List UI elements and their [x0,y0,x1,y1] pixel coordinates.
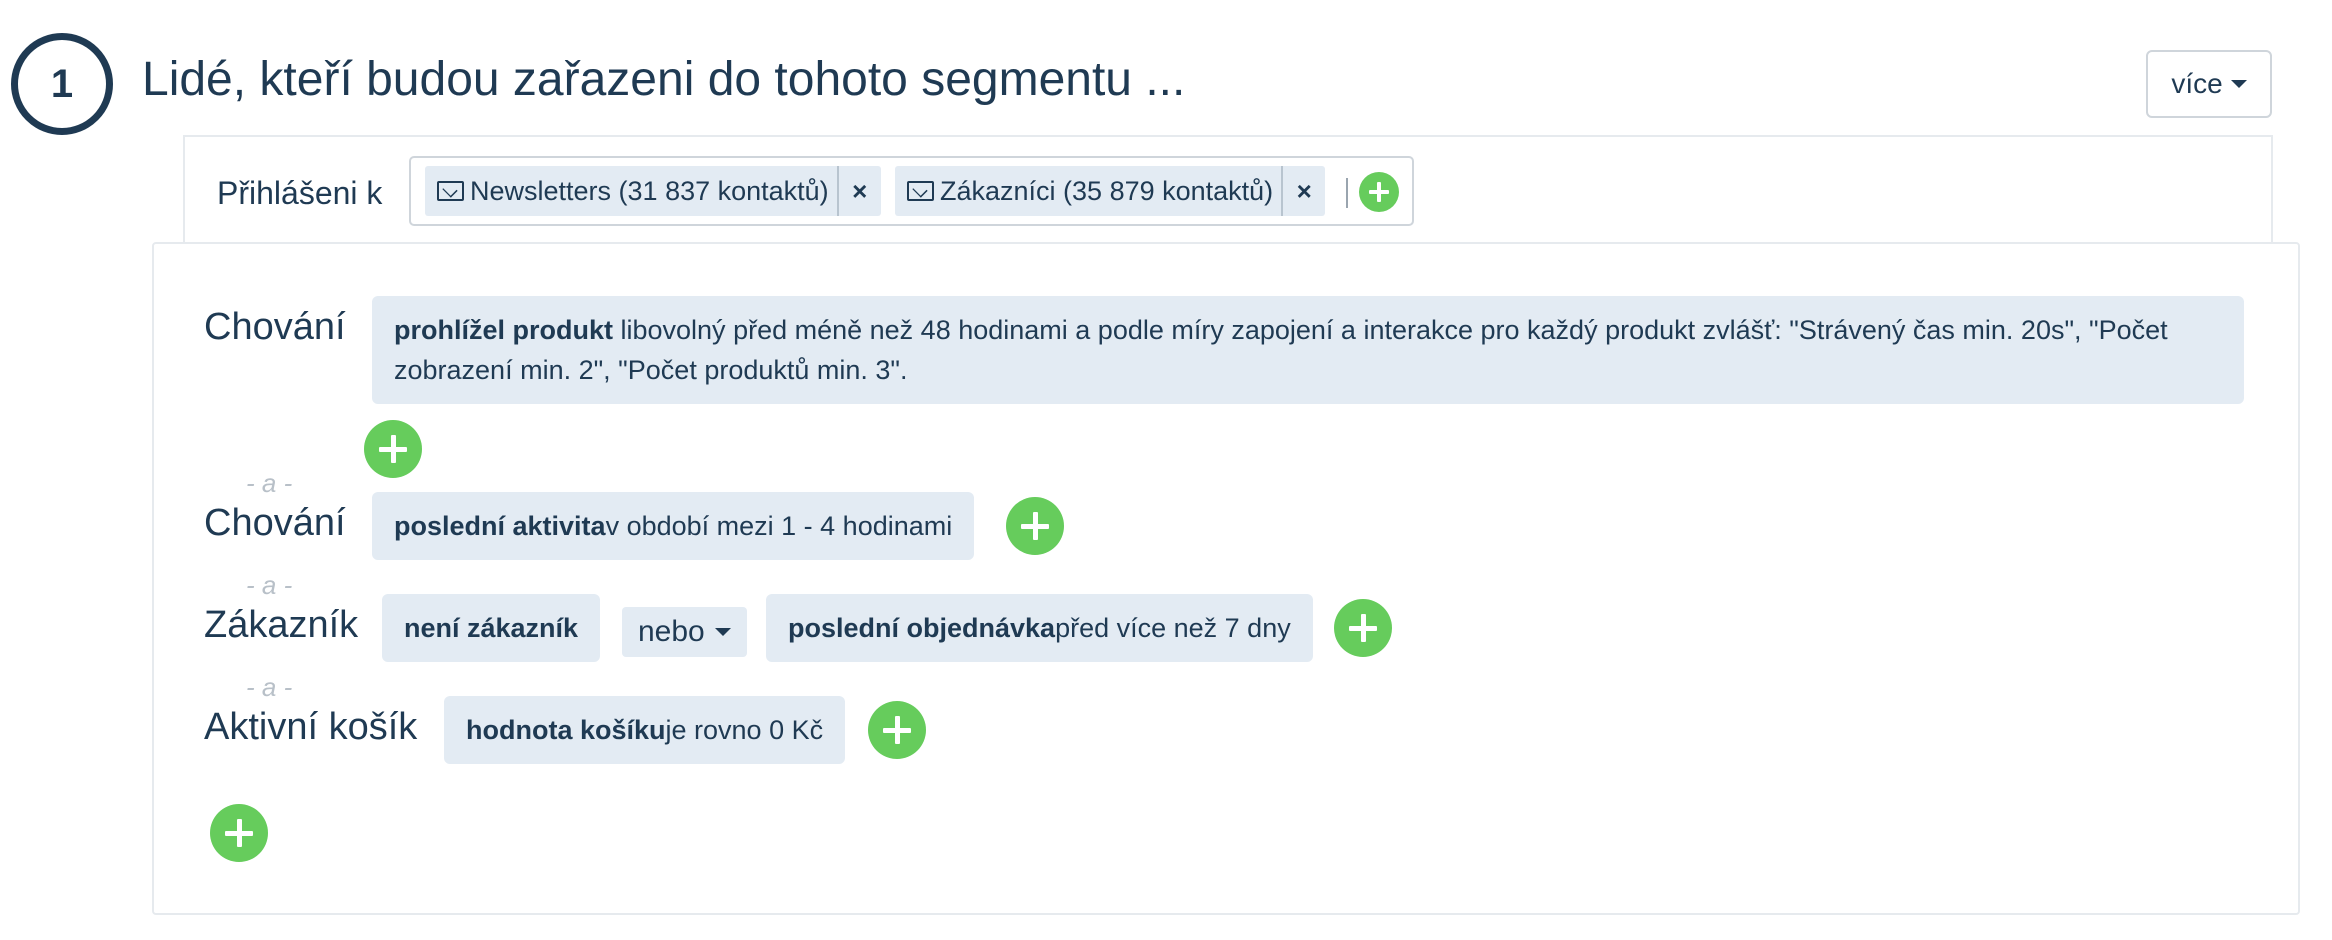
condition-chip-last-activity[interactable]: poslední aktivita v období mezi 1 - 4 ho… [372,492,975,560]
condition-chip-last-order[interactable]: poslední objednávka před více než 7 dny [766,594,1313,662]
conditions-panel: Chování prohlížel produkt libovolný před… [152,242,2300,915]
tag-label: Newsletters (31 837 kontaktů) [470,175,829,206]
condition-chip-not-customer[interactable]: není zákazník [382,594,601,662]
list-tag-input[interactable]: Newsletters (31 837 kontaktů) × Zákazníc… [409,156,1414,226]
chip-detail: je rovno 0 Kč [665,715,824,745]
list-tag-customers: Zákazníci (35 879 kontaktů) × [895,166,1326,216]
add-list-button[interactable] [1359,172,1399,212]
more-button-label: více [2171,68,2223,99]
add-condition-button[interactable] [1006,497,1064,555]
and-separator: - a - [246,468,293,498]
condition-chip-viewed-product[interactable]: prohlížel produkt libovolný před méně ne… [372,296,2244,404]
step-number-badge: 1 [11,33,113,135]
operator-select[interactable]: nebo [622,607,747,657]
subscribed-lists-panel: Přihlášeni k Newsletters (31 837 kontakt… [183,135,2273,243]
step-number: 1 [50,61,74,106]
add-condition-group-button[interactable] [210,804,268,862]
envelope-icon [437,181,464,201]
and-separator: - a - [246,570,293,600]
add-condition-button[interactable] [868,701,926,759]
condition-label-behavior: Chování [204,306,346,348]
chip-title: poslední aktivita [394,511,606,541]
condition-label-active-cart: Aktivní košík [204,706,418,748]
input-divider [1346,178,1348,208]
condition-chip-cart-value[interactable]: hodnota košíku je rovno 0 Kč [444,696,846,764]
and-separator: - a - [246,672,293,702]
page-title: Lidé, kteří budou zařazeni do tohoto seg… [142,53,1186,106]
condition-label-behavior: Chování [204,502,346,544]
chip-detail: libovolný před méně než 48 hodinami a po… [394,315,2168,385]
chip-title: prohlížel produkt [394,315,613,345]
envelope-icon [907,181,934,201]
add-condition-button[interactable] [364,420,422,478]
add-condition-button[interactable] [1334,599,1392,657]
list-tag-newsletters: Newsletters (31 837 kontaktů) × [425,166,881,216]
tag-label: Zákazníci (35 879 kontaktů) [940,175,1274,206]
remove-tag-button[interactable]: × [836,166,881,216]
condition-label-customer: Zákazník [204,604,359,646]
chip-title: poslední objednávka [788,613,1056,643]
chip-detail: před více než 7 dny [1055,613,1291,643]
chip-title: není zákazník [404,613,579,643]
chip-detail: v období mezi 1 - 4 hodinami [605,511,953,541]
caret-down-icon [714,628,731,636]
operator-value: nebo [638,615,705,648]
subscribed-label: Přihlášeni k [217,175,383,211]
chip-title: hodnota košíku [466,715,666,745]
more-dropdown-button[interactable]: více [2146,50,2272,118]
remove-tag-button[interactable]: × [1281,166,1325,216]
caret-down-icon [2230,80,2247,88]
